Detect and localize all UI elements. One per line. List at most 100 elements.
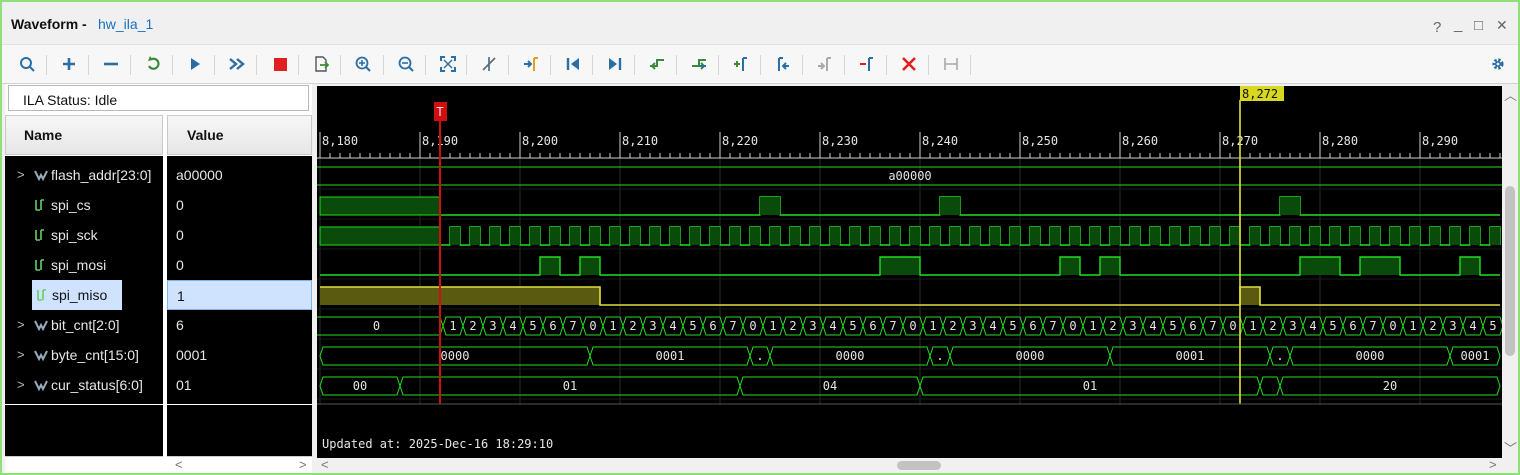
ruler-time-label: 8,260 (1122, 134, 1158, 148)
swap-cursors-icon[interactable] (856, 54, 878, 74)
signal-name-cell[interactable]: > bit_cnt[2:0] (5, 310, 163, 340)
signal-value-cell[interactable]: a00000 (167, 160, 312, 190)
search-icon[interactable] (16, 54, 38, 74)
zoom-out-icon[interactable] (395, 54, 417, 74)
spi-sck-high-fill (450, 227, 460, 245)
toolbar-separator (802, 55, 803, 75)
value-column-header[interactable]: Value (167, 115, 312, 155)
window-subtitle[interactable]: hw_ila_1 (98, 16, 153, 32)
spi-sck-high-fill (590, 227, 600, 245)
value-column-scrollbar[interactable]: < > (167, 456, 312, 473)
plus-icon[interactable] (58, 54, 80, 74)
horizontal-scrollbar[interactable]: < > (317, 457, 1502, 473)
minus-icon[interactable] (100, 54, 122, 74)
toolbar-separator (298, 55, 299, 75)
bit-cnt-value: 0 (909, 319, 916, 333)
spi-sck-pre-trigger-fill (319, 226, 441, 246)
bit-signal-icon (36, 288, 48, 305)
go-to-cursor-icon[interactable] (520, 54, 542, 74)
signal-row[interactable]: > cur_status[6:0] 01 (5, 370, 312, 400)
go-to-start-icon[interactable] (562, 54, 584, 74)
zoom-in-icon[interactable] (352, 54, 374, 74)
signal-value-cell[interactable]: 0 (167, 190, 312, 220)
hscroll-left-icon[interactable]: < (321, 457, 329, 472)
scroll-up-icon[interactable]: ︿ (1504, 85, 1517, 104)
minimize-icon[interactable]: _ (1454, 16, 1462, 33)
next-transition-icon[interactable] (688, 54, 710, 74)
bit-cnt-value: 2 (1269, 319, 1276, 333)
signal-name: spi_mosi (51, 257, 107, 273)
spi-sck-high-fill (930, 227, 940, 245)
cur-status-value: 01 (563, 379, 577, 393)
signal-value-cell[interactable]: 01 (167, 370, 312, 400)
refresh-icon[interactable] (143, 54, 165, 74)
scroll-down-icon[interactable]: ﹀ (1504, 438, 1517, 457)
signal-row[interactable]: spi_sck 0 (5, 220, 312, 250)
snap-icon[interactable] (940, 54, 962, 74)
export-icon[interactable] (310, 54, 332, 74)
help-icon[interactable]: ? (1433, 19, 1441, 36)
cur-status-value: 04 (823, 379, 837, 393)
spi-sck-high-fill (1430, 227, 1440, 245)
signal-name-cell[interactable]: spi_cs (5, 190, 163, 220)
signal-row[interactable]: > flash_addr[23:0] a00000 (5, 160, 312, 190)
signal-name-cell[interactable]: > cur_status[6:0] (5, 370, 163, 400)
expand-chevron-icon[interactable]: > (17, 167, 25, 182)
spi-cs-trace (440, 196, 1500, 216)
close-icon[interactable]: ✕ (1496, 17, 1508, 34)
signal-name-cell[interactable]: spi_sck (5, 220, 163, 250)
signal-row[interactable]: spi_cs 0 (5, 190, 312, 220)
run-trigger-icon[interactable] (184, 54, 206, 74)
signal-name-cell[interactable]: > byte_cnt[15:0] (5, 340, 163, 370)
signal-row[interactable]: > byte_cnt[15:0] 0001 (5, 340, 312, 370)
bit-cnt-value: 6 (549, 319, 556, 333)
signal-value-cell[interactable]: 0001 (167, 340, 312, 370)
maximize-icon[interactable]: □ (1474, 17, 1483, 34)
delete-marker-icon[interactable] (898, 54, 920, 74)
signal-value-cell[interactable]: 1 (167, 280, 312, 310)
byte-cnt-value: . (756, 349, 763, 363)
signal-value: 0 (176, 227, 184, 243)
zoom-fit-icon[interactable] (437, 54, 459, 74)
byte-cnt-value: 0000 (441, 349, 470, 363)
scroll-right-icon[interactable]: > (299, 457, 307, 472)
previous-marker-icon[interactable] (772, 54, 794, 74)
signal-name-cell[interactable]: spi_mosi (5, 250, 163, 280)
signal-name-cell[interactable]: spi_miso (32, 280, 122, 310)
signal-value-cell[interactable]: 0 (167, 220, 312, 250)
name-column-scrollbar[interactable] (5, 456, 163, 473)
scroll-left-icon[interactable]: < (175, 457, 183, 472)
run-immediate-icon[interactable] (226, 54, 248, 74)
spi-sck-high-fill (1370, 227, 1380, 245)
next-marker-icon[interactable] (814, 54, 836, 74)
name-column-header[interactable]: Name (5, 115, 163, 155)
toolbar-separator (676, 55, 677, 75)
signal-name-cell[interactable]: > flash_addr[23:0] (5, 160, 163, 190)
expand-chevron-icon[interactable]: > (17, 317, 25, 332)
go-to-end-icon[interactable] (604, 54, 626, 74)
signal-row[interactable]: spi_miso 1 (5, 280, 312, 310)
bit-cnt-value: 6 (1029, 319, 1036, 333)
bit-cnt-value: 5 (689, 319, 696, 333)
byte-cnt-value: 0000 (1016, 349, 1045, 363)
signal-value-cell[interactable]: 0 (167, 250, 312, 280)
waveform-svg[interactable]: 8,1808,1908,2008,2108,2208,2308,2408,250… (317, 86, 1502, 458)
waveform-canvas[interactable]: 8,1808,1908,2008,2108,2208,2308,2408,250… (317, 86, 1502, 458)
expand-chevron-icon[interactable]: > (17, 377, 25, 392)
stop-icon[interactable] (269, 54, 291, 74)
add-marker-icon[interactable] (730, 54, 752, 74)
cursor-edit-icon[interactable] (478, 54, 500, 74)
vertical-scrollbar[interactable]: ︿ ﹀ (1502, 86, 1518, 458)
hscroll-right-icon[interactable]: > (1489, 457, 1497, 472)
spi-mosi-high-fill (1060, 257, 1080, 275)
settings-gear-icon[interactable] (1487, 54, 1509, 74)
previous-transition-icon[interactable] (646, 54, 668, 74)
vertical-scroll-thumb[interactable] (1505, 186, 1515, 356)
signal-value-cell[interactable]: 6 (167, 310, 312, 340)
horizontal-scroll-thumb[interactable] (897, 461, 941, 470)
expand-chevron-icon[interactable]: > (17, 347, 25, 362)
bit-cnt-value: 4 (509, 319, 516, 333)
signal-row[interactable]: spi_mosi 0 (5, 250, 312, 280)
spi-sck-high-fill (990, 227, 1000, 245)
signal-row[interactable]: > bit_cnt[2:0] 6 (5, 310, 312, 340)
